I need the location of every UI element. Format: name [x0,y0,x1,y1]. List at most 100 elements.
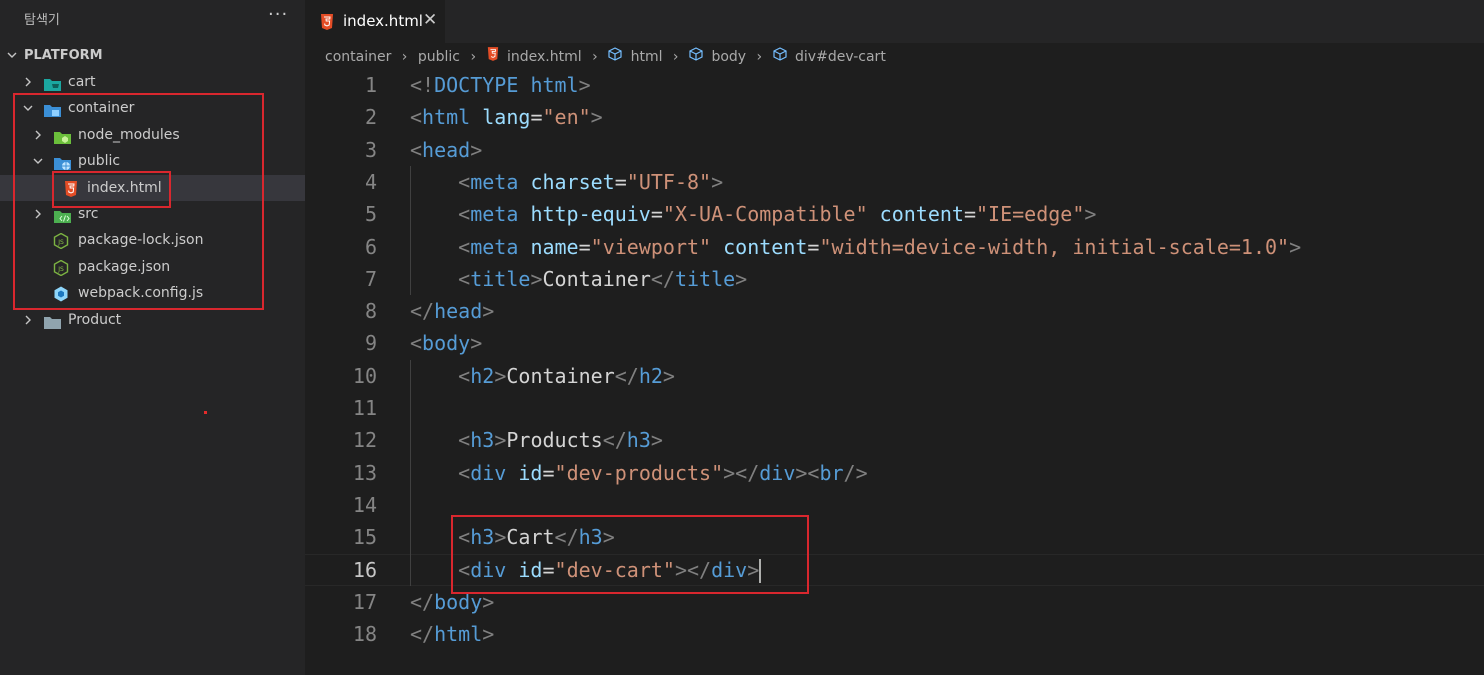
folder-icon [44,313,61,329]
tree-item-cart[interactable]: cart [0,69,305,95]
indent-guide [410,165,411,296]
code-text: <meta name="viewport" content="width=dev… [410,231,1301,263]
annotation-box-cart [451,515,809,594]
line-number: 2 [364,105,377,130]
code-line[interactable]: 4 <meta charset="UTF-8"> [305,166,1484,198]
code-text: <h3>Products</h3> [410,424,663,456]
code-line[interactable]: 1 <!DOCTYPE html> [305,69,1484,101]
code-line[interactable]: 7 <title>Container</title> [305,263,1484,295]
line-number: 4 [364,169,377,194]
breadcrumb-item-container[interactable]: container [325,46,391,68]
tree-item-product[interactable]: Product [0,307,305,333]
close-icon[interactable]: ✕ [423,10,437,30]
code-line[interactable]: 2 <html lang="en"> [305,101,1484,133]
code-token: = [578,234,591,259]
code-token: >< [795,460,820,485]
breadcrumb-item-body[interactable]: body [711,46,746,68]
code-text: <head> [410,134,482,166]
line-number: 14 [352,492,377,517]
code-text: <h2>Container</h2> [410,360,675,392]
code-token: meta [470,234,519,259]
breadcrumb-item-div-dev-cart[interactable]: div#dev-cart [795,46,886,68]
code-token: < [410,105,423,130]
breadcrumb-item-index-html[interactable]: index.html [507,46,582,68]
breadcrumb-item-public[interactable]: public [418,46,460,68]
code-token: ></ [723,460,760,485]
code-line[interactable]: 9 <body> [305,327,1484,359]
line-number: 9 [364,331,377,356]
code-line[interactable]: 5 <meta http-equiv="X-UA-Compatible" con… [305,198,1484,230]
code-token: DOCTYPE [434,73,519,97]
code-token: > [590,105,603,130]
code-token: > [494,428,507,453]
code-token: </ [410,622,435,647]
line-number: 17 [352,589,377,614]
chevron-right-icon: › [592,49,598,65]
tab-label: index.html [343,12,423,30]
workspace-root[interactable]: PLATFORM [0,43,305,69]
code-line[interactable]: 6 <meta name="viewport" content="width=d… [305,231,1484,263]
code-token: > [470,137,483,162]
code-token: > [735,266,748,291]
code-token: = [650,202,663,227]
line-number: 8 [364,299,377,324]
code-line[interactable]: 13 <div id="dev-products"></div><br/> [305,457,1484,489]
chevron-right-icon: › [470,49,477,65]
code-token: > [1289,234,1302,259]
code-token: div [470,460,507,485]
code-line[interactable]: 12 <h3>Products</h3> [305,424,1484,456]
code-token: content [879,202,964,227]
code-token: > [650,428,663,453]
code-token: html [422,105,471,130]
code-token: html [434,622,483,647]
code-token: < [458,266,471,291]
tab-index-html[interactable]: index.html ✕ [305,0,445,43]
more-actions-icon[interactable]: ··· [268,4,288,25]
explorer-title: 탐색기 [24,13,60,28]
breadcrumb-item-html[interactable]: html [631,46,663,68]
code-token: name [530,234,579,259]
html5-icon [487,46,499,68]
breadcrumb: container › public › index.html › html ›… [325,46,886,68]
code-token: < [410,331,423,356]
code-line[interactable]: 11 [305,392,1484,424]
code-token: "width=device-width, initial-scale=1.0" [819,234,1290,259]
code-token: id [518,460,543,485]
code-token: head [434,299,483,324]
code-token: </ [410,589,435,614]
code-token: "UTF-8" [626,169,712,194]
code-token: Container [542,266,651,291]
code-token: = [542,460,555,485]
code-token: < [410,137,423,162]
code-token: lang [482,105,531,130]
indent-guide [410,359,411,586]
chevron-right-icon: › [401,49,408,65]
code-line[interactable]: 3 <head> [305,134,1484,166]
code-line[interactable]: 8 </head> [305,295,1484,327]
code-token: div [759,460,796,485]
code-token: Container [506,363,615,388]
code-token: "dev-products" [554,460,724,485]
code-token: = [963,202,976,227]
line-number: 3 [364,137,377,162]
line-number: 13 [352,460,377,485]
code-text: <title>Container</title> [410,263,747,295]
chevron-right-icon: › [756,49,763,65]
code-token: </ [602,428,627,453]
code-line[interactable]: 18 </html> [305,618,1484,650]
line-number: 5 [364,202,377,227]
code-line[interactable]: 10 <h2>Container</h2> [305,360,1484,392]
code-token: < [458,234,471,259]
code-text: <body> [410,327,482,359]
code-token: < [458,460,471,485]
chevron-right-icon [22,307,34,343]
